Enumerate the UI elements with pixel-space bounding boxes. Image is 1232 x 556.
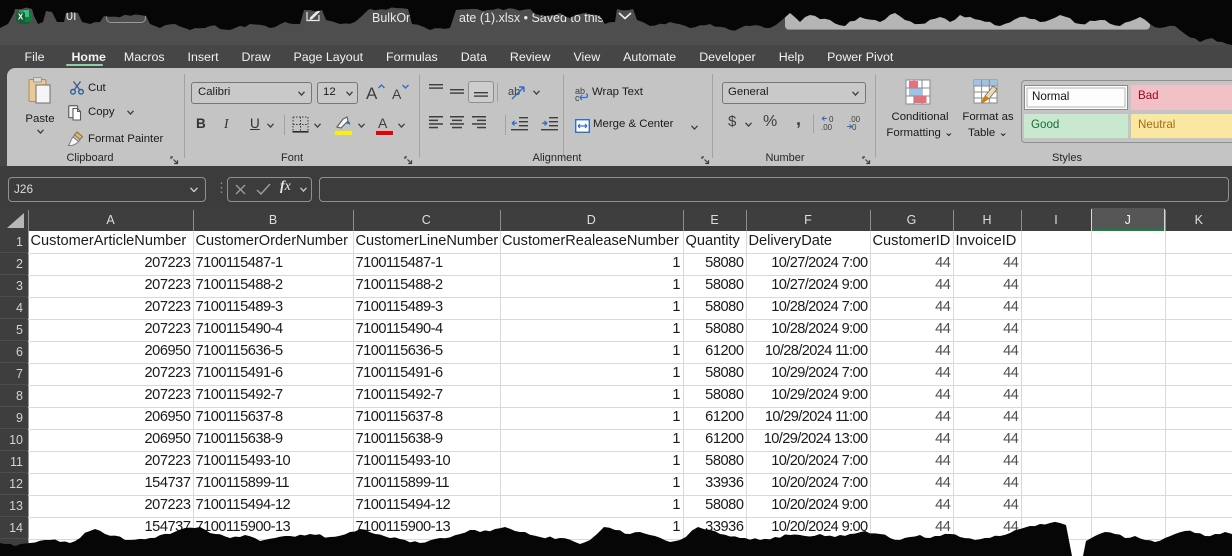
svg-text:.00: .00 <box>821 123 833 131</box>
svg-text:A: A <box>392 86 402 102</box>
svg-text:0: 0 <box>852 123 857 131</box>
svg-text:A: A <box>366 84 378 102</box>
svg-text:c: c <box>575 93 580 101</box>
svg-text:X: X <box>18 13 24 22</box>
